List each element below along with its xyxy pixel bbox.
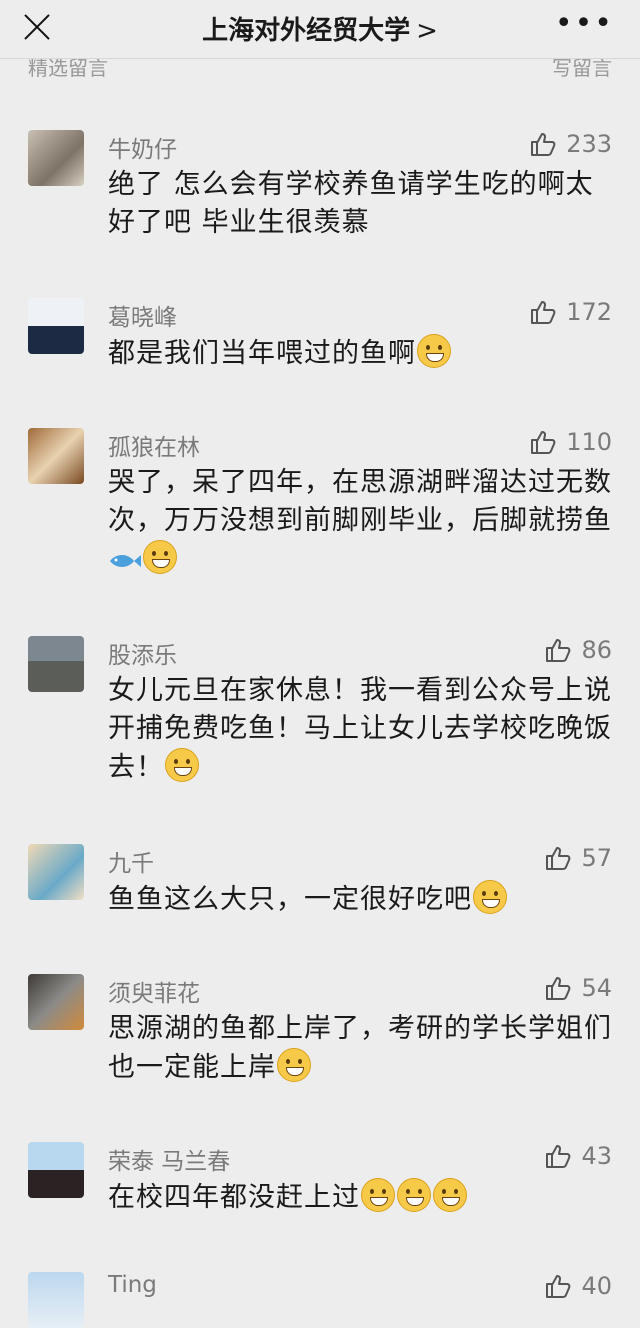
more-options-icon[interactable]: ••• (555, 9, 614, 39)
like-count: 43 (581, 1142, 612, 1170)
avatar[interactable] (28, 974, 84, 1030)
crying-laugh-emoji-icon (417, 334, 451, 368)
like-icon[interactable] (545, 1143, 571, 1169)
like-count: 110 (566, 428, 612, 456)
top-bar: 上海对外经贸大学 > ••• (0, 0, 640, 59)
like-count: 86 (581, 636, 612, 664)
like-count: 57 (581, 844, 612, 872)
commenter-name[interactable]: 葛晓峰 (108, 298, 177, 332)
doge-emoji-icon (473, 880, 507, 914)
featured-comments-label: 精选留言 (28, 58, 108, 80)
comment-body: 都是我们当年喂过的鱼啊 (108, 338, 416, 369)
comment-body: 在校四年都没赶上过 (108, 1182, 360, 1213)
grin-emoji-icon (165, 748, 199, 782)
like-button[interactable]: 57 (545, 844, 612, 872)
like-count: 40 (581, 1272, 612, 1300)
like-button[interactable]: 233 (530, 130, 612, 158)
like-icon[interactable] (545, 975, 571, 1001)
like-button[interactable]: 110 (530, 428, 612, 456)
crying-emoji-icon (143, 540, 177, 574)
like-icon[interactable] (530, 429, 556, 455)
commenter-name[interactable]: 股添乐 (108, 636, 177, 670)
tears-of-joy-emoji-icon (433, 1178, 467, 1212)
comment-body: 哭了，呆了四年，在思源湖畔溜达过无数次，万万没想到前脚刚毕业，后脚就捞鱼 (108, 467, 612, 536)
commenter-name[interactable]: Ting (108, 1272, 157, 1298)
page-title[interactable]: 上海对外经贸大学 > (0, 10, 640, 47)
comment-body: 鱼鱼这么大只，一定很好吃吧 (108, 884, 472, 915)
comment-text: 在校四年都没赶上过 (108, 1178, 618, 1217)
comment-body: 绝了 怎么会有学校养鱼请学生吃的啊太好了吧 毕业生很羡慕 (108, 169, 594, 238)
comment-text: 鱼鱼这么大只，一定很好吃吧 (108, 880, 618, 919)
avatar[interactable] (28, 636, 84, 692)
nerd-emoji-icon (277, 1048, 311, 1082)
like-count: 233 (566, 130, 612, 158)
tears-of-joy-emoji-icon (361, 1178, 395, 1212)
avatar[interactable] (28, 1142, 84, 1198)
comment-text: 绝了 怎么会有学校养鱼请学生吃的啊太好了吧 毕业生很羡慕 (108, 166, 618, 242)
comment-text: 思源湖的鱼都上岸了，考研的学长学姐们也一定能上岸 (108, 1010, 618, 1087)
commenter-name[interactable]: 孤狼在林 (108, 428, 200, 462)
like-button[interactable]: 40 (545, 1272, 612, 1300)
comment-body: 思源湖的鱼都上岸了，考研的学长学姐们也一定能上岸 (108, 1013, 612, 1083)
commenter-name[interactable]: 荣泰 马兰春 (108, 1142, 230, 1176)
commenter-name[interactable]: 牛奶仔 (108, 130, 177, 164)
like-button[interactable]: 172 (530, 298, 612, 326)
like-button[interactable]: 86 (545, 636, 612, 664)
like-button[interactable]: 43 (545, 1142, 612, 1170)
commenter-name[interactable]: 须臾菲花 (108, 974, 200, 1008)
chevron-right-icon[interactable]: > (416, 16, 438, 46)
avatar[interactable] (28, 1272, 84, 1328)
account-name[interactable]: 上海对外经贸大学 (202, 16, 410, 46)
like-icon[interactable] (530, 299, 556, 325)
like-icon[interactable] (530, 131, 556, 157)
comments-section-header: 精选留言 写留言 (0, 58, 640, 86)
like-icon[interactable] (545, 1273, 571, 1299)
tears-of-joy-emoji-icon (397, 1178, 431, 1212)
write-comment-button[interactable]: 写留言 (552, 58, 612, 81)
like-icon[interactable] (545, 845, 571, 871)
fish-emoji-icon (110, 555, 141, 567)
like-count: 54 (581, 974, 612, 1002)
comment-text: 女儿元旦在家休息！我一看到公众号上说开捕免费吃鱼！马上让女儿去学校吃晚饭去！ (108, 672, 618, 787)
avatar[interactable] (28, 130, 84, 186)
comment-text: 哭了，呆了四年，在思源湖畔溜达过无数次，万万没想到前脚刚毕业，后脚就捞鱼 (108, 464, 618, 579)
like-count: 172 (566, 298, 612, 326)
commenter-name[interactable]: 九千 (108, 844, 154, 878)
avatar[interactable] (28, 298, 84, 354)
like-icon[interactable] (545, 637, 571, 663)
comment-text: 都是我们当年喂过的鱼啊 (108, 334, 618, 373)
avatar[interactable] (28, 844, 84, 900)
like-button[interactable]: 54 (545, 974, 612, 1002)
avatar[interactable] (28, 428, 84, 484)
